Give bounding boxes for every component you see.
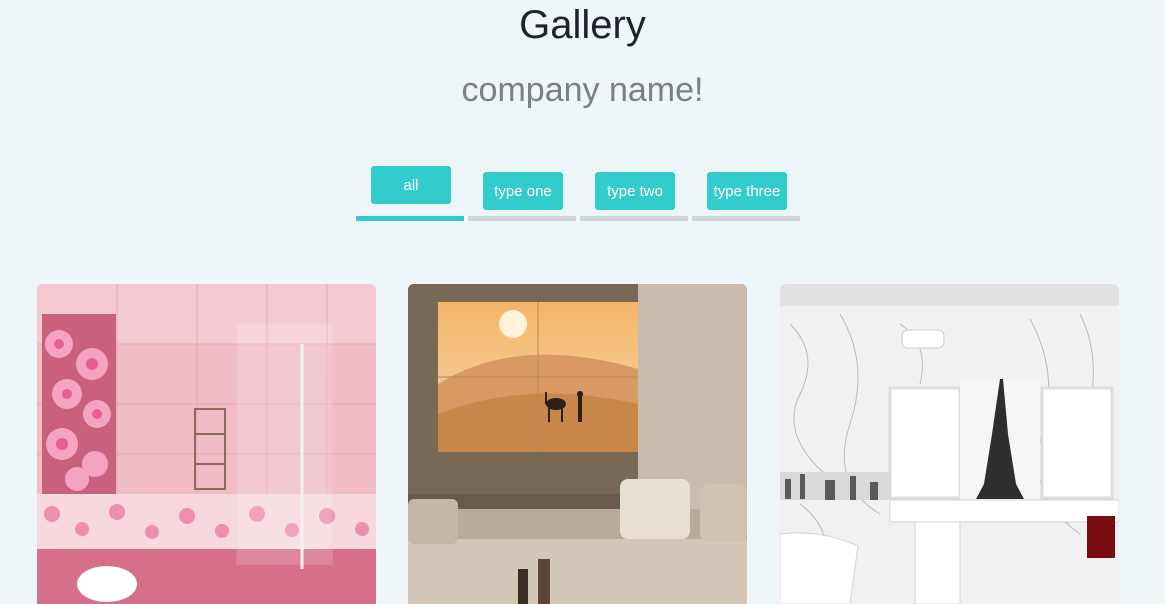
filter-tab-all[interactable]: all bbox=[356, 166, 464, 224]
gallery-item-marble-bathroom[interactable] bbox=[780, 284, 1119, 604]
gallery-title: Gallery bbox=[519, 3, 646, 47]
gallery-item-desert-living-room[interactable] bbox=[408, 284, 747, 604]
filter-type-two-button[interactable]: type two bbox=[595, 172, 675, 210]
desert-living-room-image bbox=[408, 284, 747, 604]
filter-tab-type-three[interactable]: type three bbox=[692, 166, 800, 224]
filter-type-one-underline bbox=[468, 216, 576, 221]
filter-all-button[interactable]: all bbox=[371, 166, 451, 204]
filter-all-underline bbox=[356, 216, 464, 221]
filter-type-one-button[interactable]: type one bbox=[483, 172, 563, 210]
filter-type-two-underline bbox=[580, 216, 688, 221]
pink-bathroom-image bbox=[37, 284, 376, 604]
filter-tabs: all type one type two type three bbox=[356, 166, 816, 226]
filter-type-three-button[interactable]: type three bbox=[707, 172, 787, 210]
filter-type-three-underline bbox=[692, 216, 800, 221]
marble-bathroom-image bbox=[780, 284, 1119, 604]
gallery-item-pink-bathroom[interactable] bbox=[37, 284, 376, 604]
company-subtitle: company name! bbox=[461, 71, 704, 109]
filter-tab-type-two[interactable]: type two bbox=[580, 166, 688, 224]
filter-tab-type-one[interactable]: type one bbox=[468, 166, 576, 224]
